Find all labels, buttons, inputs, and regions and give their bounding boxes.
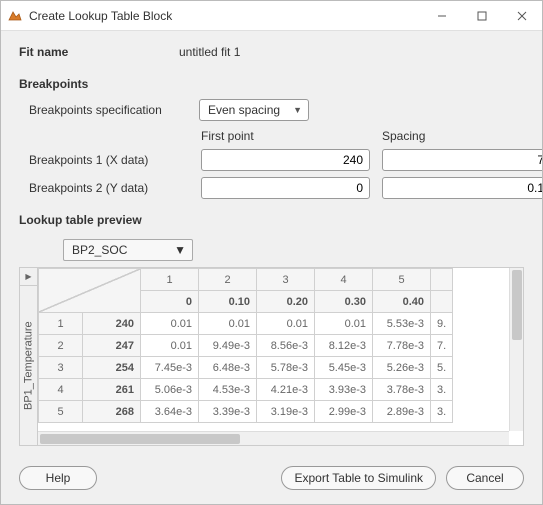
table-cell[interactable]: 5.06e-3: [141, 379, 199, 401]
col-bp-partial: [431, 291, 453, 313]
col-bp-value: 0.40: [373, 291, 431, 313]
breakpoints-section-title: Breakpoints: [19, 77, 524, 91]
col-index: 4: [315, 269, 373, 291]
table-cell[interactable]: 5.78e-3: [257, 357, 315, 379]
table-row[interactable]: 42615.06e-34.53e-34.21e-33.93e-33.78e-33…: [39, 379, 453, 401]
col-index: 3: [257, 269, 315, 291]
col-index: 5: [373, 269, 431, 291]
horizontal-scrollbar[interactable]: [38, 431, 509, 445]
fit-name-value: untitled fit 1: [179, 45, 524, 59]
col-index: 2: [199, 269, 257, 291]
col-bp-value: 0.10: [199, 291, 257, 313]
y-axis-label: BP1_Temperature: [20, 286, 37, 445]
table-cell[interactable]: 8.12e-3: [315, 335, 373, 357]
table-cell[interactable]: 5.26e-3: [373, 357, 431, 379]
preview-section-title: Lookup table preview: [19, 213, 524, 227]
breakpoints-spec-value: Even spacing: [208, 103, 280, 117]
bp1-first-input[interactable]: [201, 149, 370, 171]
lookup-table-preview: ▶ BP1_Temperature 1234500.100.200.300.40…: [19, 267, 524, 446]
table-cell[interactable]: 5.53e-3: [373, 313, 431, 335]
app-icon: [7, 8, 23, 24]
scrollbar-thumb[interactable]: [40, 434, 240, 444]
table-cell[interactable]: 4.21e-3: [257, 379, 315, 401]
row-bp-value: 240: [83, 313, 141, 335]
row-bp-value: 268: [83, 401, 141, 423]
row-bp-value: 247: [83, 335, 141, 357]
breakpoints-spec-label: Breakpoints specification: [29, 103, 199, 117]
bp2-label: Breakpoints 2 (Y data): [29, 181, 189, 195]
col-bp-value: 0.20: [257, 291, 315, 313]
table-cell[interactable]: 3.93e-3: [315, 379, 373, 401]
window-title: Create Lookup Table Block: [29, 9, 422, 23]
table-cell-partial[interactable]: 3.: [431, 401, 453, 423]
table-cell[interactable]: 2.89e-3: [373, 401, 431, 423]
table-cell[interactable]: 0.01: [141, 335, 199, 357]
close-button[interactable]: [502, 1, 542, 31]
table-cell-partial[interactable]: 5.: [431, 357, 453, 379]
table-row[interactable]: 32547.45e-36.48e-35.78e-35.45e-35.26e-35…: [39, 357, 453, 379]
spacing-header: Spacing: [382, 129, 542, 143]
row-bp-value: 261: [83, 379, 141, 401]
row-index: 2: [39, 335, 83, 357]
table-cell[interactable]: 7.78e-3: [373, 335, 431, 357]
table-cell[interactable]: 4.53e-3: [199, 379, 257, 401]
table-cell[interactable]: 7.45e-3: [141, 357, 199, 379]
table-cell[interactable]: 0.01: [257, 313, 315, 335]
minimize-button[interactable]: [422, 1, 462, 31]
cancel-button[interactable]: Cancel: [446, 466, 524, 490]
table-cell[interactable]: 0.01: [199, 313, 257, 335]
chevron-down-icon: ▼: [174, 243, 186, 257]
fit-name-label: Fit name: [19, 45, 179, 59]
table-cell[interactable]: 2.99e-3: [315, 401, 373, 423]
bp2-spacing-input[interactable]: [382, 177, 542, 199]
chevron-down-icon: ▼: [293, 105, 302, 115]
table-cell-partial[interactable]: 7.: [431, 335, 453, 357]
table-cell-partial[interactable]: 3.: [431, 379, 453, 401]
table-cell[interactable]: 9.49e-3: [199, 335, 257, 357]
table-row[interactable]: 12400.010.010.010.015.53e-39.: [39, 313, 453, 335]
footer: Help Export Table to Simulink Cancel: [1, 456, 542, 504]
scrollbar-thumb[interactable]: [512, 270, 522, 340]
row-bp-value: 254: [83, 357, 141, 379]
col-bp-value: 0: [141, 291, 199, 313]
dialog-window: Create Lookup Table Block Fit name untit…: [0, 0, 543, 505]
content-area: Fit name untitled fit 1 Breakpoints Brea…: [1, 31, 542, 456]
breakpoints-spec-select[interactable]: Even spacing ▼: [199, 99, 309, 121]
table-cell-partial[interactable]: 9.: [431, 313, 453, 335]
first-point-header: First point: [201, 129, 370, 143]
table-row[interactable]: 52683.64e-33.39e-33.19e-32.99e-32.89e-33…: [39, 401, 453, 423]
help-button[interactable]: Help: [19, 466, 97, 490]
bp2-dropdown[interactable]: BP2_SOC ▼: [63, 239, 193, 261]
table-cell[interactable]: 3.39e-3: [199, 401, 257, 423]
vertical-scrollbar[interactable]: [509, 268, 523, 431]
row-index: 1: [39, 313, 83, 335]
bp2-dropdown-value: BP2_SOC: [72, 243, 127, 257]
table-cell[interactable]: 5.45e-3: [315, 357, 373, 379]
bp2-first-input[interactable]: [201, 177, 370, 199]
col-bp-value: 0.30: [315, 291, 373, 313]
table-cell[interactable]: 3.78e-3: [373, 379, 431, 401]
table-row[interactable]: 22470.019.49e-38.56e-38.12e-37.78e-37.: [39, 335, 453, 357]
bp1-spacing-input[interactable]: [382, 149, 542, 171]
titlebar[interactable]: Create Lookup Table Block: [1, 1, 542, 31]
table-cell[interactable]: 3.19e-3: [257, 401, 315, 423]
table-cell[interactable]: 6.48e-3: [199, 357, 257, 379]
table-cell[interactable]: 3.64e-3: [141, 401, 199, 423]
collapse-toggle[interactable]: ▶: [20, 268, 37, 286]
table-corner: [39, 269, 141, 313]
bp1-label: Breakpoints 1 (X data): [29, 153, 189, 167]
table-cell[interactable]: 0.01: [315, 313, 373, 335]
export-button[interactable]: Export Table to Simulink: [281, 466, 436, 490]
col-index-partial: [431, 269, 453, 291]
row-index: 3: [39, 357, 83, 379]
table-cell[interactable]: 8.56e-3: [257, 335, 315, 357]
row-index: 5: [39, 401, 83, 423]
maximize-button[interactable]: [462, 1, 502, 31]
table-cell[interactable]: 0.01: [141, 313, 199, 335]
col-index: 1: [141, 269, 199, 291]
data-table[interactable]: 1234500.100.200.300.4012400.010.010.010.…: [38, 268, 453, 423]
row-index: 4: [39, 379, 83, 401]
